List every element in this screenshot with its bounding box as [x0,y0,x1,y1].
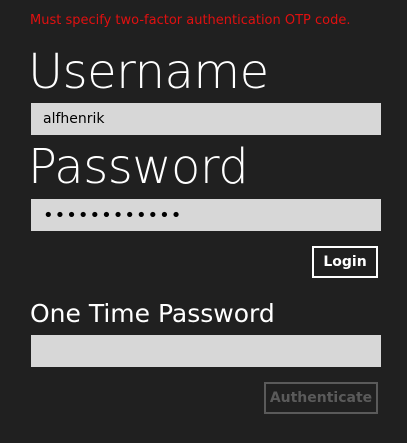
password-label: Password [28,139,249,195]
username-input[interactable] [31,103,381,135]
otp-input[interactable] [31,335,381,367]
authenticate-button[interactable]: Authenticate [264,382,378,414]
otp-label: One Time Password [30,299,275,328]
login-button[interactable]: Login [312,246,378,278]
password-input[interactable] [31,199,381,231]
username-label: Username [28,44,269,100]
error-message: Must specify two-factor authentication O… [30,13,351,28]
